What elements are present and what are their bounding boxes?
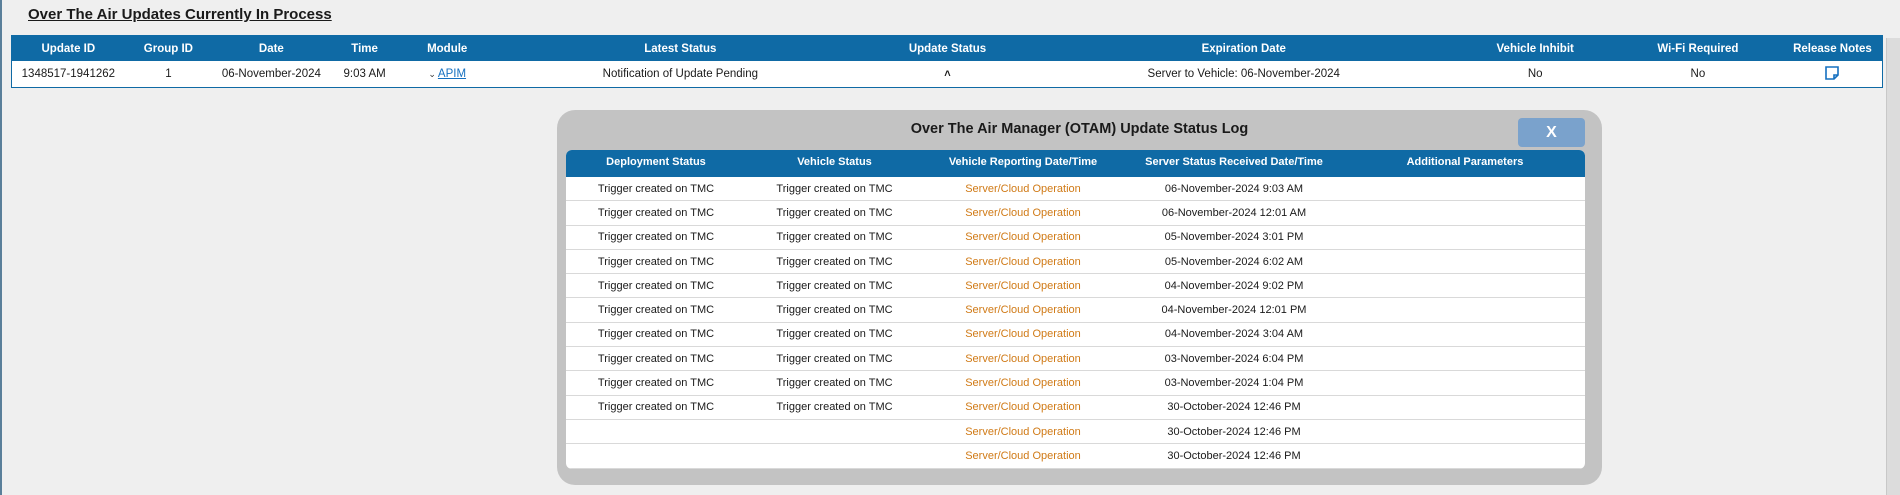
vehicle-status-cell: Trigger created on TMC: [776, 182, 893, 195]
header-update-status: Update Status: [908, 42, 987, 55]
module-link[interactable]: APIM: [438, 68, 466, 80]
vehicle-status-cell: Trigger created on TMC: [776, 401, 893, 414]
note-icon[interactable]: [1824, 65, 1840, 84]
vehicle-reporting-cell: Server/Cloud Operation: [965, 377, 1081, 390]
vehicle-reporting-cell: Server/Cloud Operation: [965, 182, 1081, 195]
table-row: Trigger created on TMC Trigger created o…: [566, 274, 1585, 299]
update-status-cell: ˄: [865, 68, 1030, 80]
vehicle-reporting-cell: Server/Cloud Operation: [965, 231, 1081, 244]
updates-table: Update ID Group ID Date Time Module Late…: [11, 35, 1883, 88]
table-row: Trigger created on TMC Trigger created o…: [566, 323, 1585, 348]
header-additional-params: Additional Parameters: [1406, 156, 1524, 168]
vehicle-reporting-cell: Server/Cloud Operation: [965, 449, 1081, 462]
deployment-status-cell: Trigger created on TMC: [597, 401, 715, 414]
deployment-status-cell: Trigger created on TMC: [597, 279, 715, 292]
updates-table-header: Update ID Group ID Date Time Module Late…: [12, 36, 1882, 61]
table-row: Trigger created on TMC Trigger created o…: [566, 396, 1585, 420]
table-row: 1348517-1941262 1 06-November-2024 9:03 …: [12, 61, 1882, 87]
header-date: Date: [258, 42, 284, 55]
header-group-id: Group ID: [143, 42, 193, 55]
header-deployment-status: Deployment Status: [606, 156, 706, 168]
status-log-table: Deployment Status Vehicle Status Vehicle…: [566, 150, 1585, 469]
server-received-cell: 05-November-2024 3:01 PM: [1164, 231, 1304, 244]
deployment-status-cell: Trigger created on TMC: [597, 328, 715, 341]
server-received-cell: 30-October-2024 12:46 PM: [1167, 449, 1301, 462]
page-title: Over The Air Updates Currently In Proces…: [28, 6, 332, 23]
header-time: Time: [351, 42, 378, 55]
deployment-status-cell: Trigger created on TMC: [597, 377, 715, 390]
table-row: Server/Cloud Operation 30-October-2024 1…: [566, 444, 1585, 469]
vehicle-reporting-cell: Server/Cloud Operation: [965, 279, 1081, 292]
table-row: Trigger created on TMC Trigger created o…: [566, 201, 1585, 226]
deployment-status-cell: Trigger created on TMC: [597, 182, 715, 195]
page-scrollbar[interactable]: [1886, 38, 1900, 495]
vehicle-status-cell: Trigger created on TMC: [776, 377, 893, 390]
server-received-cell: 30-October-2024 12:46 PM: [1167, 401, 1301, 414]
server-received-cell: 30-October-2024 12:46 PM: [1167, 425, 1301, 438]
header-latest-status: Latest Status: [644, 42, 717, 55]
vehicle-status-cell: Trigger created on TMC: [776, 279, 893, 292]
status-log-header: Deployment Status Vehicle Status Vehicle…: [566, 150, 1585, 177]
group-id-cell: 1: [165, 68, 172, 80]
modal-title: Over The Air Manager (OTAM) Update Statu…: [910, 121, 1249, 137]
deployment-status-cell: Trigger created on TMC: [597, 304, 715, 317]
vehicle-status-cell: Trigger created on TMC: [776, 206, 893, 219]
vehicle-reporting-cell: Server/Cloud Operation: [965, 328, 1081, 341]
vehicle-reporting-cell: Server/Cloud Operation: [965, 304, 1081, 317]
vehicle-status-cell: Trigger created on TMC: [776, 328, 893, 341]
table-row: Trigger created on TMC Trigger created o…: [566, 347, 1585, 372]
chevron-down-icon[interactable]: ⌄: [428, 69, 436, 80]
server-received-cell: 04-November-2024 12:01 PM: [1161, 304, 1307, 317]
server-received-cell: 03-November-2024 1:04 PM: [1164, 377, 1304, 390]
server-received-cell: 04-November-2024 3:04 AM: [1164, 328, 1304, 341]
vehicle-reporting-cell: Server/Cloud Operation: [965, 401, 1081, 414]
table-row: Trigger created on TMC Trigger created o…: [566, 226, 1585, 250]
deployment-status-cell: Trigger created on TMC: [597, 352, 715, 365]
module-cell: ⌄ APIM: [399, 68, 496, 80]
vehicle-status-cell: Trigger created on TMC: [776, 304, 893, 317]
header-module: Module: [427, 42, 468, 55]
table-row: Trigger created on TMC Trigger created o…: [566, 371, 1585, 396]
close-button[interactable]: X: [1518, 118, 1585, 147]
wifi-required-cell: No: [1690, 68, 1706, 80]
vehicle-reporting-cell: Server/Cloud Operation: [965, 206, 1081, 219]
header-update-id: Update ID: [41, 42, 96, 55]
vehicle-status-cell: Trigger created on TMC: [776, 231, 893, 244]
status-log-modal: Over The Air Manager (OTAM) Update Statu…: [557, 110, 1602, 485]
time-cell: 9:03 AM: [343, 68, 386, 80]
vehicle-reporting-cell: Server/Cloud Operation: [965, 425, 1081, 438]
header-release-notes: Release Notes: [1793, 42, 1872, 55]
header-vehicle-reporting: Vehicle Reporting Date/Time: [948, 156, 1098, 168]
update-id-cell: 1348517-1941262: [21, 68, 116, 80]
table-row: Server/Cloud Operation 30-October-2024 1…: [566, 420, 1585, 445]
release-notes-cell: [1783, 65, 1882, 84]
server-received-cell: 06-November-2024 9:03 AM: [1164, 182, 1304, 195]
deployment-status-cell: Trigger created on TMC: [597, 206, 715, 219]
vehicle-inhibit-cell: No: [1527, 68, 1543, 80]
vehicle-reporting-cell: Server/Cloud Operation: [965, 352, 1081, 365]
vehicle-status-cell: Trigger created on TMC: [776, 352, 893, 365]
table-row: Trigger created on TMC Trigger created o…: [566, 250, 1585, 275]
vehicle-status-cell: Trigger created on TMC: [776, 255, 893, 268]
latest-status-cell: Notification of Update Pending: [602, 68, 759, 80]
server-received-cell: 06-November-2024 12:01 AM: [1161, 206, 1307, 219]
vehicle-reporting-cell: Server/Cloud Operation: [965, 255, 1081, 268]
server-received-cell: 04-November-2024 9:02 PM: [1164, 279, 1304, 292]
deployment-status-cell: Trigger created on TMC: [597, 231, 715, 244]
expiration-date-cell: Server to Vehicle: 06-November-2024: [1147, 68, 1340, 80]
header-wifi-required: Wi-Fi Required: [1657, 42, 1739, 55]
header-server-received: Server Status Received Date/Time: [1145, 156, 1323, 168]
header-vehicle-status: Vehicle Status: [797, 156, 872, 168]
server-received-cell: 03-November-2024 6:04 PM: [1164, 352, 1304, 365]
server-received-cell: 05-November-2024 6:02 AM: [1164, 255, 1304, 268]
page-left-border: [0, 0, 2, 495]
header-vehicle-inhibit: Vehicle Inhibit: [1496, 42, 1574, 55]
deployment-status-cell: Trigger created on TMC: [597, 255, 715, 268]
status-log-body: Trigger created on TMC Trigger created o…: [566, 177, 1585, 469]
chevron-up-icon[interactable]: ˄: [944, 68, 950, 80]
date-cell: 06-November-2024: [221, 68, 321, 80]
table-row: Trigger created on TMC Trigger created o…: [566, 298, 1585, 323]
table-row: Trigger created on TMC Trigger created o…: [566, 177, 1585, 202]
header-expiration-date: Expiration Date: [1201, 42, 1286, 55]
